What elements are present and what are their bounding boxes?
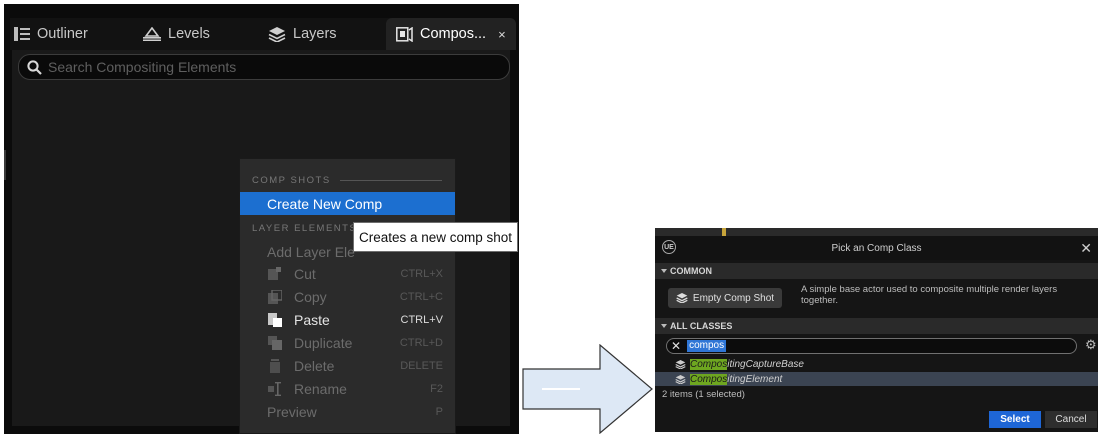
tab-outliner[interactable]: Outliner	[14, 18, 88, 50]
layers-icon	[268, 26, 286, 42]
empty-comp-shot-description: A simple base actor used to composite mu…	[801, 284, 1058, 306]
class-match-highlight: Compos	[690, 373, 728, 385]
select-button[interactable]: Select	[989, 411, 1041, 428]
selection-count: 2 items (1 selected)	[662, 389, 745, 400]
duplicate-shortcut: CTRL+D	[399, 337, 443, 349]
class-search-input[interactable]: ✕ compos	[666, 338, 1077, 354]
copy-icon	[268, 289, 283, 304]
cut-shortcut: CTRL+X	[400, 268, 444, 280]
cancel-button[interactable]: Cancel	[1045, 411, 1097, 428]
cut-item[interactable]: Cut CTRL+X	[240, 263, 455, 285]
tab-levels-label: Levels	[168, 26, 210, 42]
close-tab-icon[interactable]: ×	[498, 27, 506, 42]
section-all-classes[interactable]: ALL CLASSES	[655, 318, 1098, 334]
add-layer-element-label: Add Layer Ele	[267, 244, 355, 260]
cut-icon	[268, 267, 282, 281]
rename-icon	[268, 382, 282, 396]
rename-item[interactable]: Rename F2	[240, 378, 455, 400]
class-search-text: compos	[687, 340, 727, 352]
tab-levels[interactable]: Levels	[143, 18, 210, 50]
duplicate-item[interactable]: Duplicate CTRL+D	[240, 332, 455, 354]
class-row[interactable]: Compos itingCaptureBase	[655, 357, 1098, 371]
delete-shortcut: DELETE	[400, 360, 443, 372]
class-icon	[675, 374, 686, 384]
paste-icon	[268, 313, 282, 327]
close-icon[interactable]: ✕	[1080, 240, 1092, 257]
dialog-title: Pick an Comp Class	[831, 243, 922, 254]
preview-label: Preview	[267, 404, 317, 420]
rename-shortcut: F2	[430, 383, 443, 395]
delete-item[interactable]: Delete DELETE	[240, 355, 455, 377]
section-layer-elements: LAYER ELEMENTS	[252, 223, 358, 234]
create-new-comp-item[interactable]: Create New Comp	[240, 192, 455, 215]
paste-item[interactable]: Paste CTRL+V	[240, 309, 455, 331]
rename-label: Rename	[294, 381, 347, 397]
paste-label: Paste	[294, 312, 330, 328]
class-name-rest: itingElement	[727, 373, 783, 385]
create-new-comp-label: Create New Comp	[267, 195, 383, 212]
dialog-title-bar: UE Pick an Comp Class ✕	[655, 236, 1098, 260]
class-match-highlight: Compos	[690, 358, 728, 370]
empty-comp-shot-button[interactable]: Empty Comp Shot	[668, 288, 782, 308]
tab-bar: Outliner Levels Layers Compos... ×	[10, 18, 516, 50]
tooltip: Creates a new comp shot	[353, 222, 518, 252]
delete-label: Delete	[294, 358, 335, 374]
arrow-right-icon	[522, 344, 653, 434]
class-name-rest: itingCaptureBase	[727, 358, 804, 370]
outliner-icon	[14, 27, 30, 41]
copy-shortcut: CTRL+C	[399, 291, 443, 303]
context-menu: COMP SHOTS Create New Comp LAYER ELEMENT…	[239, 158, 456, 434]
layers-icon	[676, 293, 688, 303]
empty-comp-shot-label: Empty Comp Shot	[692, 292, 775, 304]
panel-edge	[4, 150, 6, 180]
copy-label: Copy	[294, 289, 327, 305]
section-comp-shots: COMP SHOTS	[252, 175, 331, 186]
tab-layers[interactable]: Layers	[268, 18, 337, 50]
gear-icon[interactable]: ⚙	[1085, 337, 1097, 353]
section-common-label: COMMON	[670, 266, 712, 276]
paste-shortcut: CTRL+V	[400, 314, 444, 326]
section-all-classes-label: ALL CLASSES	[670, 321, 733, 331]
preview-shortcut: P	[435, 406, 443, 418]
search-icon	[27, 59, 42, 75]
class-row-selected[interactable]: Compos itingElement	[655, 372, 1098, 386]
search-input[interactable]	[48, 59, 488, 75]
section-divider	[340, 180, 442, 181]
delete-icon	[268, 359, 282, 373]
clear-search-icon[interactable]: ✕	[671, 339, 681, 353]
tab-layers-label: Layers	[293, 26, 337, 42]
tab-compositing-label: Compos...	[420, 26, 487, 42]
duplicate-icon	[268, 336, 282, 350]
preview-item[interactable]: Preview P	[240, 401, 455, 423]
cut-label: Cut	[294, 266, 316, 282]
pick-comp-class-dialog: UE Pick an Comp Class ✕ COMMON Empty Com…	[655, 236, 1098, 432]
search-bar	[18, 54, 510, 80]
copy-item[interactable]: Copy CTRL+C	[240, 286, 455, 308]
duplicate-label: Duplicate	[294, 335, 353, 351]
tab-compositing[interactable]: Compos... ×	[386, 18, 516, 50]
compositing-icon	[396, 26, 413, 42]
levels-icon	[143, 27, 161, 41]
class-icon	[675, 359, 686, 369]
viewport-strip	[722, 228, 726, 236]
section-common[interactable]: COMMON	[655, 263, 1098, 279]
tab-outliner-label: Outliner	[37, 26, 88, 42]
